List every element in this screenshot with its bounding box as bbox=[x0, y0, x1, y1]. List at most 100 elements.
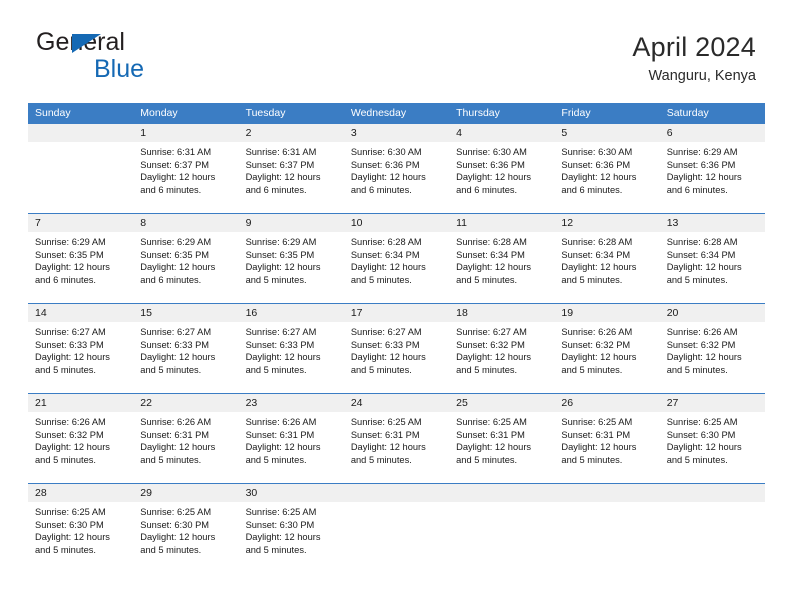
daylight-text-line2: and 5 minutes. bbox=[35, 544, 96, 555]
day-cell-date[interactable]: 26 bbox=[554, 394, 659, 412]
day-cell-date[interactable]: 12 bbox=[554, 214, 659, 232]
daylight-text-line2: and 5 minutes. bbox=[666, 454, 728, 465]
day-cell-details[interactable]: Sunrise: 6:25 AM Sunset: 6:31 PM Daylight:… bbox=[554, 412, 659, 483]
day-cell-details[interactable]: Sunrise: 6:27 AM Sunset: 6:33 PM Daylight:… bbox=[28, 322, 133, 393]
day-cell-details[interactable]: Sunrise: 6:27 AM Sunset: 6:32 PM Daylight:… bbox=[449, 322, 554, 393]
daylight-text-line2: and 6 minutes. bbox=[456, 184, 518, 195]
day-cell-details[interactable]: Sunrise: 6:26 AM Sunset: 6:31 PM Daylight:… bbox=[239, 412, 344, 483]
week-date-band: 1 2 3 4 5 6 bbox=[28, 124, 765, 142]
day-cell-details[interactable]: Sunrise: 6:26 AM Sunset: 6:32 PM Daylight:… bbox=[28, 412, 133, 483]
day-cell-date[interactable]: 21 bbox=[28, 394, 133, 412]
day-cell-details[interactable]: Sunrise: 6:27 AM Sunset: 6:33 PM Daylight:… bbox=[133, 322, 238, 393]
day-cell-date[interactable]: 16 bbox=[239, 304, 344, 322]
week-date-band: 28 29 30 bbox=[28, 484, 765, 502]
calendar-week-row: 7 8 9 10 11 12 13 Sunrise: 6:29 AM Sunset: 6:35 … bbox=[28, 213, 765, 303]
day-cell-date[interactable]: 8 bbox=[133, 214, 238, 232]
day-cell-details[interactable]: Sunrise: 6:28 AM Sunset: 6:34 PM Daylight:… bbox=[660, 232, 765, 303]
day-cell-details[interactable]: Sunrise: 6:25 AM Sunset: 6:30 PM Daylight:… bbox=[660, 412, 765, 483]
day-cell-date[interactable]: 11 bbox=[449, 214, 554, 232]
daylight-text-line2: and 5 minutes. bbox=[666, 274, 728, 285]
sunset-text: Sunset: 6:36 PM bbox=[350, 159, 420, 170]
day-cell-date[interactable]: 6 bbox=[660, 124, 765, 142]
day-cell-details[interactable]: Sunrise: 6:30 AM Sunset: 6:36 PM Daylight:… bbox=[449, 142, 554, 213]
day-cell-details[interactable]: Sunrise: 6:28 AM Sunset: 6:34 PM Daylight:… bbox=[554, 232, 659, 303]
day-cell-details[interactable]: Sunrise: 6:29 AM Sunset: 6:35 PM Daylight:… bbox=[239, 232, 344, 303]
day-cell-date[interactable]: 14 bbox=[28, 304, 133, 322]
day-number: 26 bbox=[561, 397, 574, 409]
day-cell-details[interactable]: Sunrise: 6:29 AM Sunset: 6:35 PM Daylight:… bbox=[28, 232, 133, 303]
day-cell-date[interactable]: 13 bbox=[660, 214, 765, 232]
day-cell-details[interactable]: Sunrise: 6:30 AM Sunset: 6:36 PM Daylight:… bbox=[344, 142, 449, 213]
sunrise-text: Sunrise: 6:27 AM bbox=[140, 327, 212, 337]
day-cell-date[interactable]: 10 bbox=[344, 214, 449, 232]
day-cell-date[interactable]: 22 bbox=[133, 394, 238, 412]
day-cell-date[interactable]: 7 bbox=[28, 214, 133, 232]
day-cell-date[interactable]: 29 bbox=[133, 484, 238, 502]
day-cell-details[interactable]: Sunrise: 6:25 AM Sunset: 6:30 PM Daylight:… bbox=[133, 502, 238, 573]
day-cell-date[interactable]: 4 bbox=[449, 124, 554, 142]
day-cell-date[interactable]: 18 bbox=[449, 304, 554, 322]
calendar-week-row: 1 2 3 4 5 6 Sunrise: 6:31 AM Sunset: 6:37 PM Day… bbox=[28, 124, 765, 213]
day-cell-date[interactable]: 5 bbox=[554, 124, 659, 142]
day-cell-details[interactable]: Sunrise: 6:25 AM Sunset: 6:30 PM Daylight:… bbox=[239, 502, 344, 573]
calendar-week-row: 14 15 16 17 18 19 20 Sunrise: 6:27 AM Sunset: 6:… bbox=[28, 303, 765, 393]
sunrise-text: Sunrise: 6:25 AM bbox=[35, 507, 106, 517]
day-cell-details[interactable]: Sunrise: 6:27 AM Sunset: 6:33 PM Daylight:… bbox=[344, 322, 449, 393]
daylight-text-line2: and 5 minutes. bbox=[561, 274, 623, 285]
daylight-text-line2: and 5 minutes. bbox=[245, 274, 307, 285]
daylight-text-line1: Daylight: 12 hours bbox=[350, 442, 426, 453]
day-cell-date[interactable]: 2 bbox=[239, 124, 344, 142]
day-cell-date[interactable]: 28 bbox=[28, 484, 133, 502]
week-date-band: 7 8 9 10 11 12 13 bbox=[28, 214, 765, 232]
day-cell-date[interactable]: 17 bbox=[344, 304, 449, 322]
daylight-text-line1: Daylight: 12 hours bbox=[140, 352, 216, 363]
day-cell-details[interactable]: Sunrise: 6:29 AM Sunset: 6:36 PM Daylight:… bbox=[660, 142, 765, 213]
day-cell-details[interactable]: Sunrise: 6:28 AM Sunset: 6:34 PM Daylight:… bbox=[344, 232, 449, 303]
day-cell-date[interactable]: 15 bbox=[133, 304, 238, 322]
day-cell-date[interactable]: 27 bbox=[660, 394, 765, 412]
day-cell-details[interactable]: Sunrise: 6:26 AM Sunset: 6:32 PM Daylight:… bbox=[660, 322, 765, 393]
day-cell-details[interactable]: Sunrise: 6:25 AM Sunset: 6:30 PM Daylight:… bbox=[28, 502, 133, 573]
day-number: 2 bbox=[245, 127, 252, 139]
week-detail-band: Sunrise: 6:27 AM Sunset: 6:33 PM Daylight:… bbox=[28, 322, 765, 393]
day-cell-date[interactable]: 20 bbox=[660, 304, 765, 322]
day-cell-details[interactable]: Sunrise: 6:27 AM Sunset: 6:33 PM Daylight:… bbox=[239, 322, 344, 393]
daylight-text-line1: Daylight: 12 hours bbox=[35, 442, 110, 453]
sunrise-text: Sunrise: 6:28 AM bbox=[456, 237, 527, 247]
day-cell-details[interactable]: Sunrise: 6:31 AM Sunset: 6:37 PM Daylight:… bbox=[239, 142, 344, 213]
day-cell-details[interactable]: Sunrise: 6:25 AM Sunset: 6:31 PM Daylight:… bbox=[344, 412, 449, 483]
page-title: April 2024 bbox=[632, 32, 756, 62]
day-cell-date[interactable]: 1 bbox=[133, 124, 238, 142]
sunrise-text: Sunrise: 6:26 AM bbox=[35, 417, 106, 427]
weekday-header-saturday: Saturday bbox=[666, 107, 709, 119]
sun-info: Sunrise: 6:27 AM Sunset: 6:33 PM Daylight:… bbox=[246, 322, 344, 376]
sunset-text: Sunset: 6:30 PM bbox=[666, 429, 736, 440]
day-cell-date[interactable]: 23 bbox=[239, 394, 344, 412]
day-number: 1 bbox=[140, 127, 147, 139]
day-number: 16 bbox=[245, 307, 258, 319]
daylight-text-line1: Daylight: 12 hours bbox=[350, 352, 426, 363]
day-cell-details[interactable]: Sunrise: 6:26 AM Sunset: 6:31 PM Daylight:… bbox=[133, 412, 238, 483]
sunset-text: Sunset: 6:33 PM bbox=[350, 339, 420, 350]
day-cell-details[interactable]: Sunrise: 6:31 AM Sunset: 6:37 PM Daylight:… bbox=[133, 142, 238, 213]
sunset-text: Sunset: 6:37 PM bbox=[140, 159, 210, 170]
day-cell-date[interactable]: 25 bbox=[449, 394, 554, 412]
sunset-text: Sunset: 6:33 PM bbox=[140, 339, 210, 350]
day-cell-date[interactable]: 3 bbox=[344, 124, 449, 142]
day-cell-date[interactable]: 9 bbox=[239, 214, 344, 232]
day-cell-details[interactable]: Sunrise: 6:28 AM Sunset: 6:34 PM Daylight:… bbox=[449, 232, 554, 303]
daylight-text-line2: and 5 minutes. bbox=[350, 274, 412, 285]
day-number: 22 bbox=[140, 397, 152, 409]
week-date-band: 21 22 23 24 25 26 27 bbox=[28, 394, 765, 412]
day-cell-date[interactable]: 30 bbox=[239, 484, 344, 502]
day-cell-details[interactable]: Sunrise: 6:25 AM Sunset: 6:31 PM Daylight:… bbox=[449, 412, 554, 483]
day-cell-empty bbox=[554, 502, 659, 573]
day-cell-details[interactable]: Sunrise: 6:30 AM Sunset: 6:36 PM Daylight:… bbox=[554, 142, 659, 213]
day-cell-date[interactable]: 19 bbox=[554, 304, 659, 322]
day-number: 23 bbox=[245, 397, 258, 409]
day-cell-date[interactable]: 24 bbox=[344, 394, 449, 412]
daylight-text-line1: Daylight: 12 hours bbox=[245, 262, 321, 273]
day-cell-details[interactable]: Sunrise: 6:26 AM Sunset: 6:32 PM Daylight:… bbox=[554, 322, 659, 393]
day-cell-details[interactable]: Sunrise: 6:29 AM Sunset: 6:35 PM Daylight:… bbox=[133, 232, 238, 303]
sun-info: Sunrise: 6:25 AM Sunset: 6:30 PM Daylight:… bbox=[667, 412, 765, 466]
